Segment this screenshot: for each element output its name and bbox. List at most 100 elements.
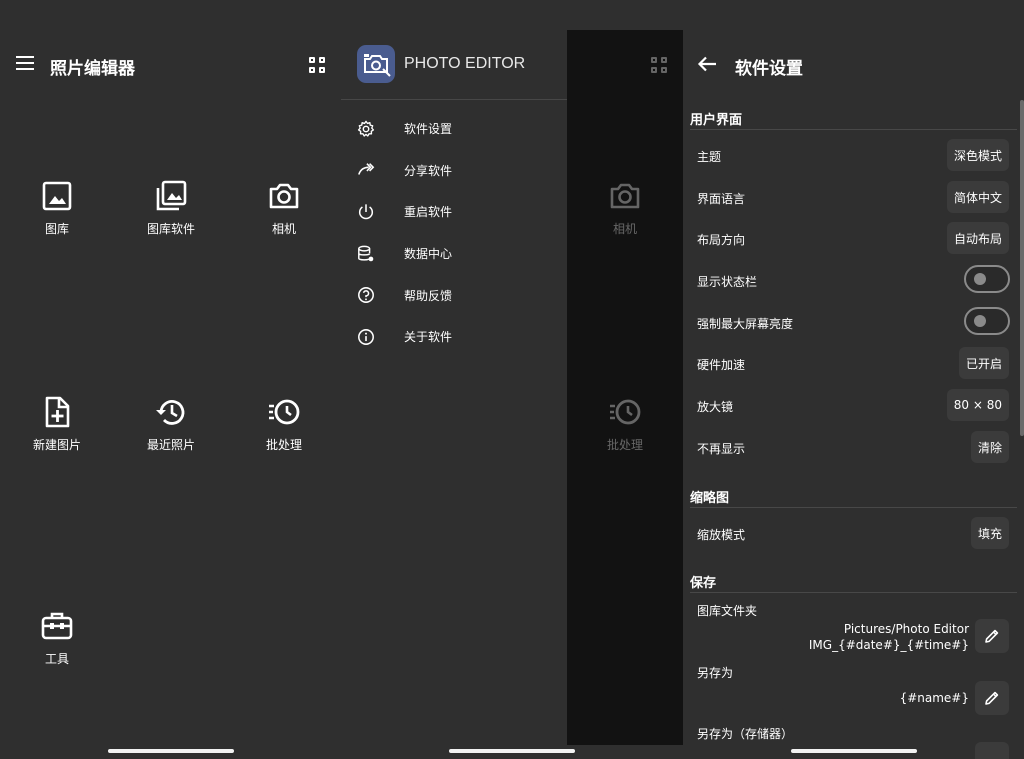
section-divider [690,129,1017,130]
home-app-bar: 照片编辑器 [0,0,341,130]
section-header-ui: 用户界面 [690,113,743,128]
drawer-header: PHOTO EDITOR [341,30,567,100]
drawer-app-name: PHOTO EDITOR [404,55,526,72]
tile-label: 图库 [44,222,69,236]
grid-view-icon[interactable] [309,57,325,73]
tile-camera: 相机 [567,180,683,237]
toolbox-icon [41,612,73,640]
setting-label-statusbar: 显示状态栏 [697,275,758,289]
drawer-item-help[interactable]: 帮助反馈 [341,274,567,316]
setting-label-theme: 主题 [697,150,722,164]
theme-select-button[interactable]: 深色模式 [946,139,1009,171]
setting-label-language: 界面语言 [697,192,746,206]
tile-label: 最近照片 [146,438,195,452]
navigation-drawer: PHOTO EDITOR 软件设置 分享软件 重启软件 数据中心 帮助反馈 关于… [341,0,567,759]
drawer-screen: 相机 批处理 PHOTO EDITOR 软件设置 分享软件 重启软件 数据中心 … [341,0,683,759]
home-indicator [449,749,575,753]
tile-gallery-app[interactable]: 图库软件 [114,180,228,237]
hwaccel-button[interactable]: 已开启 [958,347,1009,379]
history-icon [156,400,185,425]
tile-batch: 批处理 [567,396,683,453]
batch-icon [269,399,300,425]
drawer-item-label: 关于软件 [404,330,453,345]
scrollbar[interactable] [1020,100,1024,436]
back-arrow-icon[interactable] [697,56,717,72]
drawer-item-data-center[interactable]: 数据中心 [341,233,567,275]
tile-label: 批处理 [265,438,302,452]
tile-label: 新建图片 [32,438,81,452]
save-as-pattern: {#name#} [899,691,969,705]
database-icon [358,245,374,261]
drawer-item-settings[interactable]: 软件设置 [341,108,567,150]
image-icon [42,181,72,211]
clear-button[interactable]: 清除 [970,431,1009,463]
section-header-save: 保存 [690,576,717,591]
section-header-thumbnail: 缩略图 [690,491,730,506]
drawer-item-label: 分享软件 [404,163,453,178]
statusbar-toggle[interactable] [964,265,1010,293]
page-title: 软件设置 [735,59,803,79]
info-icon [358,328,374,345]
setting-label-save-as: 另存为 [697,666,734,680]
drawer-menu: 软件设置 分享软件 重启软件 数据中心 帮助反馈 关于软件 [341,108,567,358]
setting-label-magnifier: 放大镜 [697,400,734,414]
setting-label-hwaccel: 硬件加速 [697,358,746,372]
tile-new-image[interactable]: 新建图片 [0,396,114,453]
drawer-item-restart[interactable]: 重启软件 [341,191,567,233]
new-file-icon [45,396,70,428]
setting-label-gallery-folder: 图库文件夹 [697,604,758,618]
language-select-button[interactable]: 简体中文 [946,181,1009,213]
home-screen: 照片编辑器 图库 图库软件 相机 新建图片 最近照片 批处理 工具 [0,0,341,759]
edit-save-as-button[interactable] [975,681,1009,715]
camera-icon [610,183,640,209]
tile-gallery[interactable]: 图库 [0,180,114,237]
setting-label-layout: 布局方向 [697,233,746,247]
grid-view-icon [651,57,667,73]
setting-label-scale-mode: 缩放模式 [697,528,746,542]
gallery-folder-value: Pictures/Photo Editor IMG_{#date#}_{#tim… [809,621,969,653]
drawer-scrim[interactable]: 相机 批处理 [567,30,683,745]
drawer-item-label: 重启软件 [404,205,453,220]
pencil-icon [985,691,999,705]
tile-label: 批处理 [606,438,643,452]
camera-icon [269,183,299,209]
home-indicator [107,749,234,753]
scale-mode-button[interactable]: 填充 [970,517,1009,549]
settings-screen: 软件设置 用户界面 主题 深色模式 界面语言 简体中文 布局方向 自动布局 显示… [683,0,1024,759]
tile-tools[interactable]: 工具 [0,610,114,667]
gallery-icon [156,180,187,211]
home-indicator [790,749,917,753]
setting-label-dont-show: 不再显示 [697,442,746,456]
tile-label: 图库软件 [146,222,195,236]
drawer-item-label: 帮助反馈 [404,288,453,303]
batch-icon [610,399,641,425]
tile-recent-photos[interactable]: 最近照片 [114,396,228,453]
drawer-item-label: 软件设置 [404,122,453,137]
magnifier-size-button[interactable]: 80 × 80 [946,389,1009,421]
tile-label: 相机 [612,222,637,236]
setting-label-save-as-storage: 另存为（存储器） [697,727,794,741]
drawer-item-about[interactable]: 关于软件 [341,316,567,358]
layout-select-button[interactable]: 自动布局 [946,222,1009,254]
tile-camera[interactable]: 相机 [227,180,341,237]
brightness-toggle[interactable] [964,307,1010,335]
help-icon [358,287,374,304]
filename-pattern: IMG_{#date#}_{#time#} [808,638,969,652]
section-divider [690,592,1017,593]
edit-folder-button[interactable] [975,619,1009,653]
tile-batch[interactable]: 批处理 [227,396,341,453]
menu-icon[interactable] [16,56,34,70]
setting-label-brightness: 强制最大屏幕亮度 [697,317,794,331]
camera-logo-icon [364,54,391,77]
app-logo [357,45,395,83]
gear-icon [357,120,375,137]
drawer-item-label: 数据中心 [404,247,453,262]
drawer-item-share[interactable]: 分享软件 [341,150,567,192]
page-title: 照片编辑器 [50,59,135,79]
section-divider [690,507,1017,508]
power-icon [358,204,374,220]
share-icon [358,163,375,176]
tile-label: 工具 [44,652,69,666]
edit-save-as-storage-button[interactable] [975,742,1009,759]
pencil-icon [985,629,999,643]
